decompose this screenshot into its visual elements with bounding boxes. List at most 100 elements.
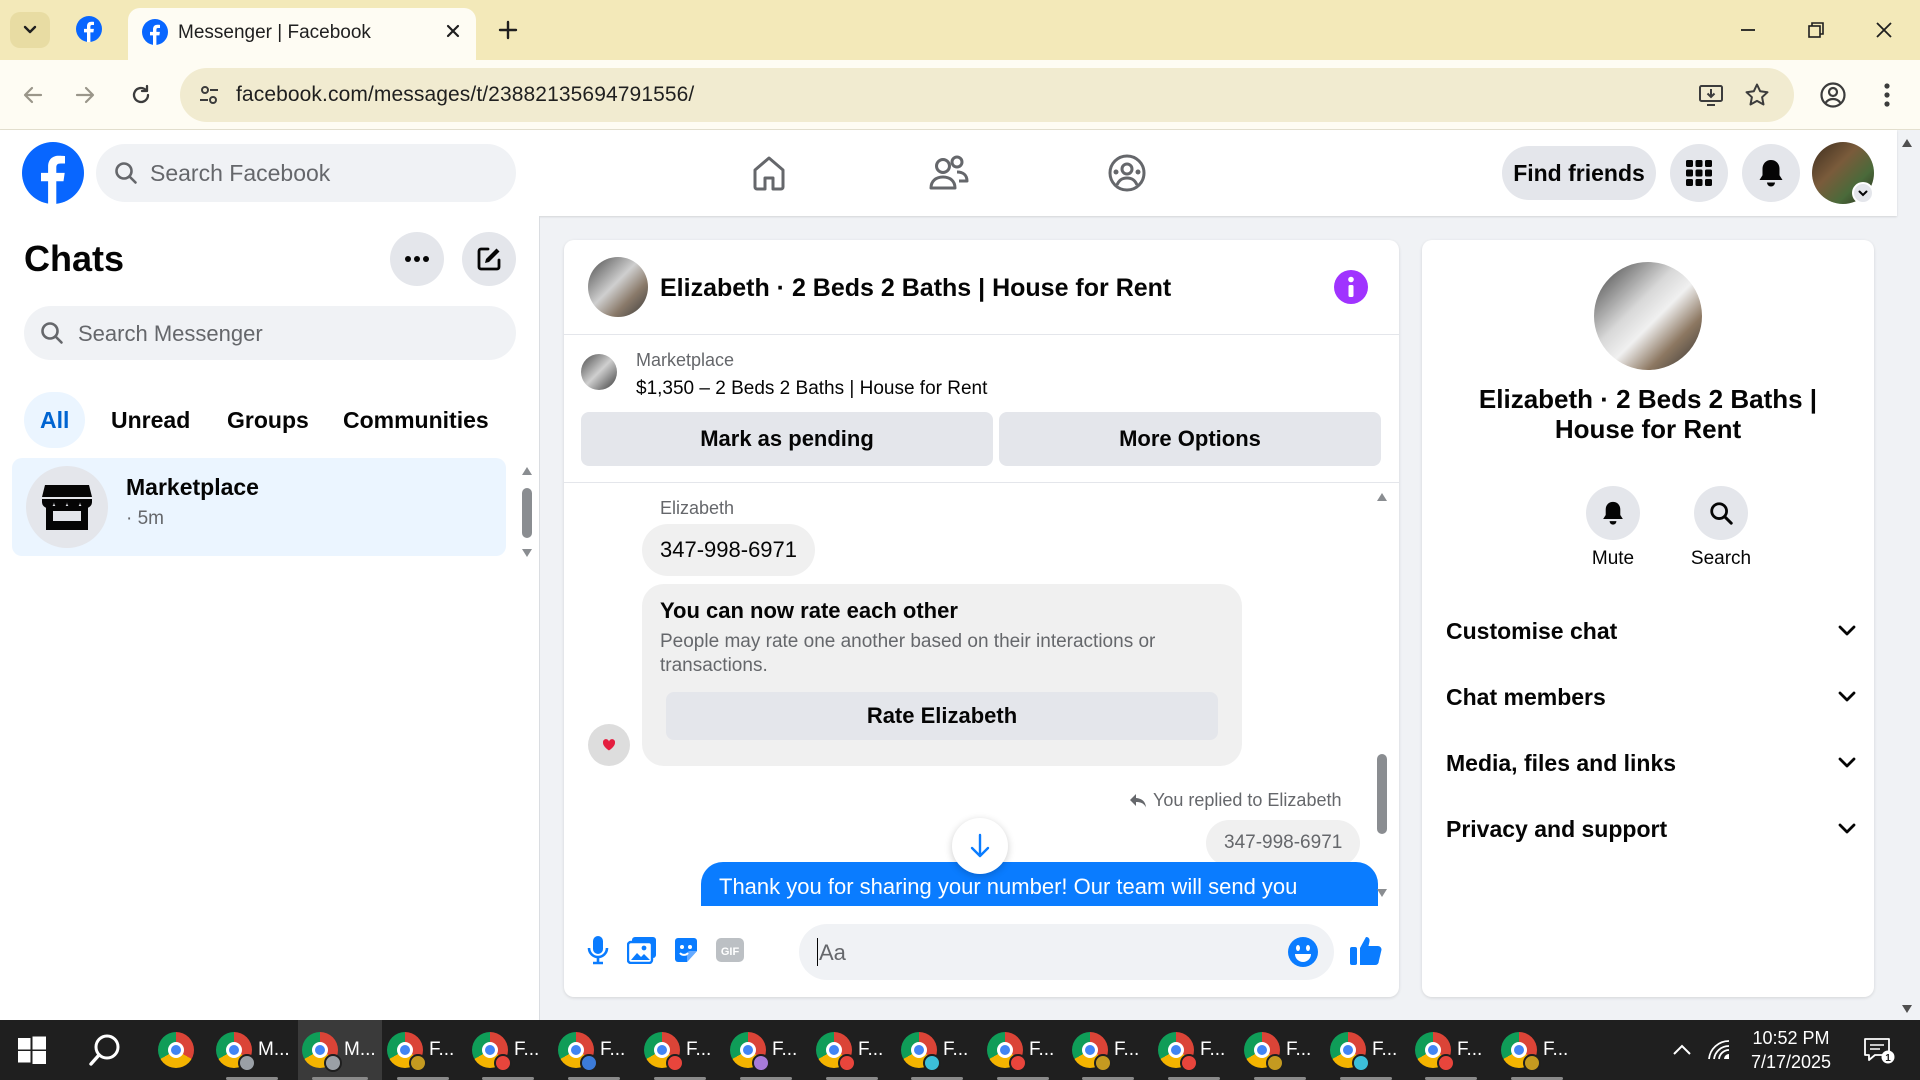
info-avatar[interactable] <box>1594 262 1702 370</box>
chats-scrollbar-thumb[interactable] <box>522 488 532 538</box>
taskbar-clock[interactable]: 10:52 PM 7/17/2025 <box>1736 1026 1846 1074</box>
search-conversation-button[interactable]: Search <box>1676 486 1766 570</box>
tab-messenger[interactable]: Messenger | Facebook <box>128 8 476 60</box>
windows-start-icon[interactable] <box>16 1034 48 1066</box>
taskbar-chrome-window[interactable]: F... <box>383 1020 463 1080</box>
bookmark-button[interactable] <box>1742 80 1772 110</box>
mark-as-pending-button[interactable]: Mark as pending <box>581 412 993 466</box>
taskbar-chrome-window[interactable]: F... <box>726 1020 806 1080</box>
attach-media-button[interactable] <box>624 932 660 968</box>
taskbar-chrome-pinned[interactable] <box>158 1020 200 1080</box>
listing-title[interactable]: $1,350 – 2 Beds 2 Baths | House for Rent <box>636 378 987 400</box>
section-privacy-support[interactable]: Privacy and support <box>1446 804 1856 854</box>
back-button[interactable] <box>14 76 52 114</box>
messages-scrollbar-thumb[interactable] <box>1377 754 1387 834</box>
conversation-info-button[interactable] <box>1334 270 1368 304</box>
sender-avatar[interactable] <box>588 724 630 766</box>
new-tab-button[interactable] <box>492 14 524 46</box>
nav-home[interactable] <box>746 150 792 196</box>
quoted-message[interactable]: 347-998-6971 <box>1206 820 1361 866</box>
network-button[interactable] <box>1702 1020 1736 1080</box>
messages-scroll-up[interactable] <box>1375 490 1389 504</box>
taskbar-chrome-window[interactable]: F... <box>1068 1020 1148 1080</box>
section-customise-chat[interactable]: Customise chat <box>1446 606 1856 656</box>
facebook-logo-icon[interactable] <box>22 142 84 204</box>
scroll-to-bottom-button[interactable] <box>952 818 1008 874</box>
chrome-icon <box>1330 1032 1370 1072</box>
facebook-pinned-tab-icon[interactable] <box>76 16 102 42</box>
address-bar[interactable]: facebook.com/messages/t/2388213569479155… <box>180 68 1794 122</box>
conversation-avatar[interactable] <box>588 257 648 317</box>
taskbar-chrome-window[interactable]: M... <box>212 1020 292 1080</box>
close-window-button[interactable] <box>1866 14 1902 46</box>
facebook-search-input[interactable]: Search Facebook <box>96 144 516 202</box>
rate-elizabeth-button[interactable]: Rate Elizabeth <box>666 692 1218 740</box>
taskbar-chrome-window[interactable]: F... <box>554 1020 634 1080</box>
conversation-title[interactable]: Elizabeth · 2 Beds 2 Baths | House for R… <box>660 274 1171 303</box>
messenger-search-input[interactable]: Search Messenger <box>24 306 516 360</box>
filter-communities[interactable]: Communities <box>327 392 505 448</box>
voice-clip-button[interactable] <box>580 932 616 968</box>
minimize-icon <box>1741 29 1755 31</box>
profile-button[interactable] <box>1814 76 1852 114</box>
find-friends-button[interactable]: Find friends <box>1502 146 1656 200</box>
taskbar-chrome-window[interactable]: F... <box>897 1020 977 1080</box>
taskbar-chrome-window[interactable]: F... <box>1497 1020 1577 1080</box>
minimize-button[interactable] <box>1730 14 1766 46</box>
mute-button[interactable]: Mute <box>1568 486 1658 570</box>
action-center-button[interactable]: 1 <box>1854 1020 1904 1080</box>
url-text[interactable]: facebook.com/messages/t/2388213569479155… <box>236 83 694 107</box>
forward-button[interactable] <box>66 76 104 114</box>
page-scroll-down[interactable] <box>1900 1002 1914 1016</box>
tab-search-button[interactable] <box>10 12 50 48</box>
image-icon <box>627 937 656 964</box>
send-like-button[interactable] <box>1348 932 1384 968</box>
wifi-icon <box>1708 1040 1730 1060</box>
page-scroll-up[interactable] <box>1900 136 1914 150</box>
more-options-button[interactable]: More Options <box>999 412 1381 466</box>
filter-all[interactable]: All <box>24 392 86 448</box>
message-input[interactable]: Aa <box>799 924 1334 980</box>
nav-groups[interactable] <box>1104 150 1150 196</box>
section-media-files-links[interactable]: Media, files and links <box>1446 738 1856 788</box>
section-chat-members[interactable]: Chat members <box>1446 672 1856 722</box>
reload-button[interactable] <box>122 76 160 114</box>
taskbar-chrome-window[interactable]: F... <box>1326 1020 1406 1080</box>
nav-friends[interactable] <box>926 150 972 196</box>
account-menu-button[interactable] <box>1852 182 1874 204</box>
install-app-button[interactable] <box>1696 80 1726 110</box>
tab-close-button[interactable] <box>440 18 466 44</box>
taskbar-search-icon[interactable] <box>88 1032 124 1068</box>
chevron-up-icon <box>1673 1044 1691 1055</box>
chrome-menu-button[interactable] <box>1868 76 1906 114</box>
taskbar-chrome-window[interactable]: F... <box>1154 1020 1234 1080</box>
filter-groups[interactable]: Groups <box>211 392 325 448</box>
site-info-button[interactable] <box>194 80 224 110</box>
restore-button[interactable] <box>1798 14 1834 46</box>
listing-thumbnail[interactable] <box>581 354 617 390</box>
outgoing-message-bubble[interactable]: Thank you for sharing your number! Our t… <box>701 862 1378 906</box>
taskbar-chrome-window[interactable]: F... <box>1240 1020 1320 1080</box>
taskbar-chrome-window[interactable]: F... <box>1411 1020 1491 1080</box>
notifications-button[interactable] <box>1742 144 1800 202</box>
chats-scroll-up[interactable] <box>520 464 534 478</box>
sticker-button[interactable] <box>668 932 704 968</box>
emoji-icon[interactable] <box>1287 936 1319 968</box>
show-hidden-icons-button[interactable] <box>1664 1020 1700 1080</box>
menu-button[interactable] <box>1670 144 1728 202</box>
incoming-message-bubble[interactable]: 347-998-6971 <box>642 524 816 576</box>
chat-options-button[interactable] <box>390 232 444 286</box>
taskbar-chrome-window[interactable]: M... <box>298 1020 382 1080</box>
chats-scroll-down[interactable] <box>520 546 534 560</box>
taskbar-chrome-window[interactable]: F... <box>812 1020 892 1080</box>
messages-scroll-down[interactable] <box>1375 886 1389 900</box>
taskbar-chrome-window[interactable]: F... <box>468 1020 548 1080</box>
gif-button[interactable]: GIF <box>712 932 748 968</box>
new-message-button[interactable] <box>462 232 516 286</box>
chat-list-item[interactable]: Marketplace · 5m <box>12 458 506 556</box>
filter-unread[interactable]: Unread <box>95 392 206 448</box>
taskbar-chrome-window[interactable]: F... <box>640 1020 720 1080</box>
chrome-icon <box>1501 1032 1541 1072</box>
taskbar-chrome-window[interactable]: F... <box>983 1020 1063 1080</box>
arrow-down-icon <box>970 833 990 858</box>
